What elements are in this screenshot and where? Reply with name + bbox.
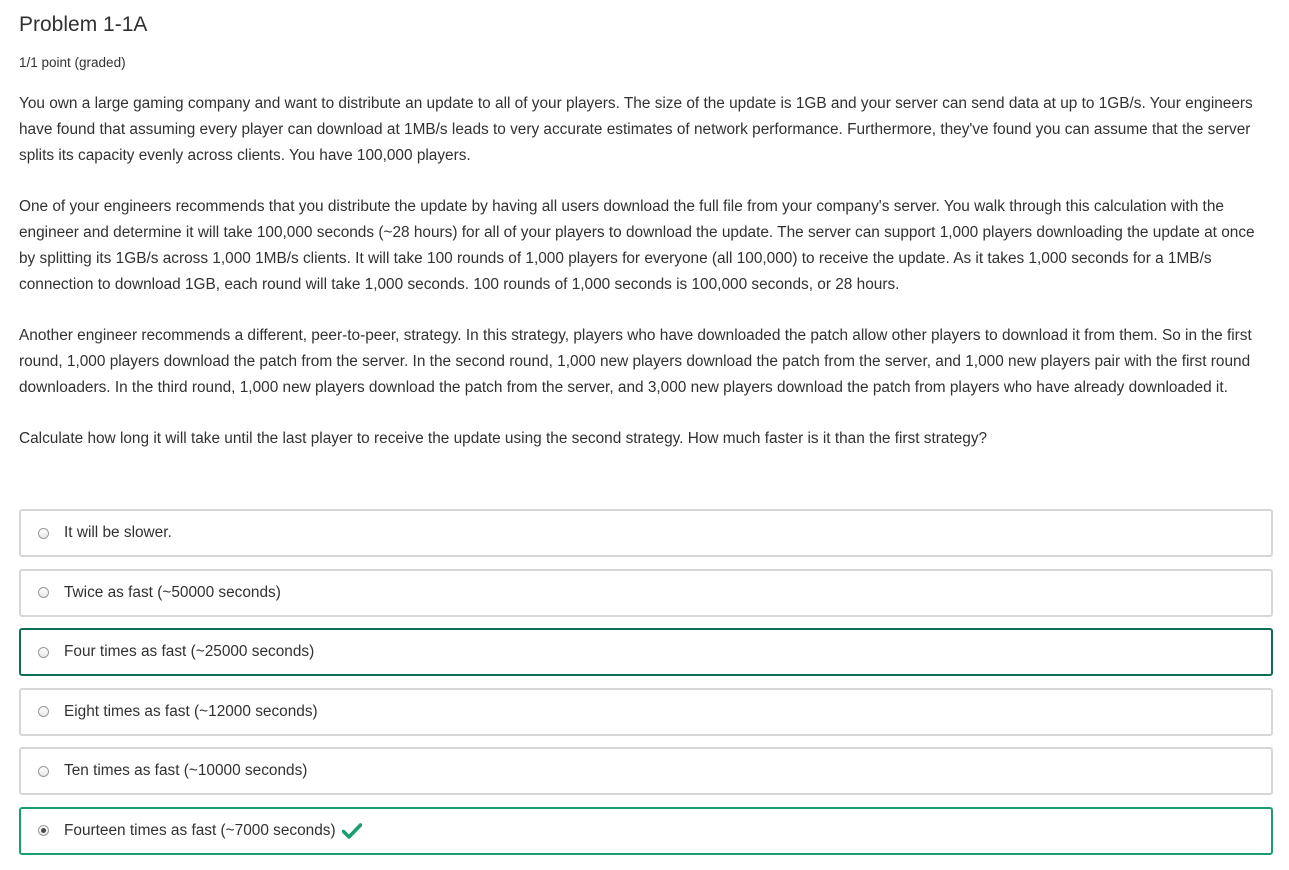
checkmark-icon <box>341 822 362 839</box>
answer-choices: It will be slower. Twice as fast (~50000… <box>19 509 1273 866</box>
problem-title: Problem 1-1A <box>19 13 148 36</box>
prompt-paragraph: Another engineer recommends a different,… <box>19 327 1252 396</box>
choice-option[interactable]: Four times as fast (~25000 seconds) <box>19 628 1273 676</box>
choice-label: Fourteen times as fast (~7000 seconds) <box>64 821 336 839</box>
choice-option[interactable]: Twice as fast (~50000 seconds) <box>19 568 1273 617</box>
problem-progress: 1/1 point (graded) <box>19 55 126 70</box>
prompt-paragraph: You own a large gaming company and want … <box>19 95 1253 164</box>
prompt-paragraph: One of your engineers recommends that yo… <box>19 198 1255 293</box>
choice-option[interactable]: It will be slower. <box>19 509 1273 557</box>
choice-option[interactable]: Eight times as fast (~12000 seconds) <box>19 687 1273 736</box>
choice-label: Four times as fast (~25000 seconds) <box>64 643 315 660</box>
choice-option[interactable]: Ten times as fast (~10000 seconds) <box>19 747 1273 795</box>
choice-label: Eight times as fast (~12000 seconds) <box>64 702 318 720</box>
choice-label: Ten times as fast (~10000 seconds) <box>64 762 308 779</box>
problem-block: Problem 1-1A 1/1 point (graded) You own … <box>19 0 1273 452</box>
radio-button[interactable] <box>38 706 49 717</box>
problem-prompt: You own a large gaming company and want … <box>19 91 1273 452</box>
radio-button-checked[interactable] <box>38 825 49 836</box>
radio-button[interactable] <box>38 765 49 777</box>
radio-button[interactable] <box>38 646 49 658</box>
choice-label: Twice as fast (~50000 seconds) <box>64 583 281 601</box>
choice-option-selected[interactable]: Fourteen times as fast (~7000 seconds) <box>19 806 1273 855</box>
radio-button[interactable] <box>38 527 49 539</box>
question-text: Calculate how long it will take until th… <box>19 430 988 447</box>
choice-label: It will be slower. <box>64 524 172 541</box>
radio-button[interactable] <box>38 587 49 598</box>
